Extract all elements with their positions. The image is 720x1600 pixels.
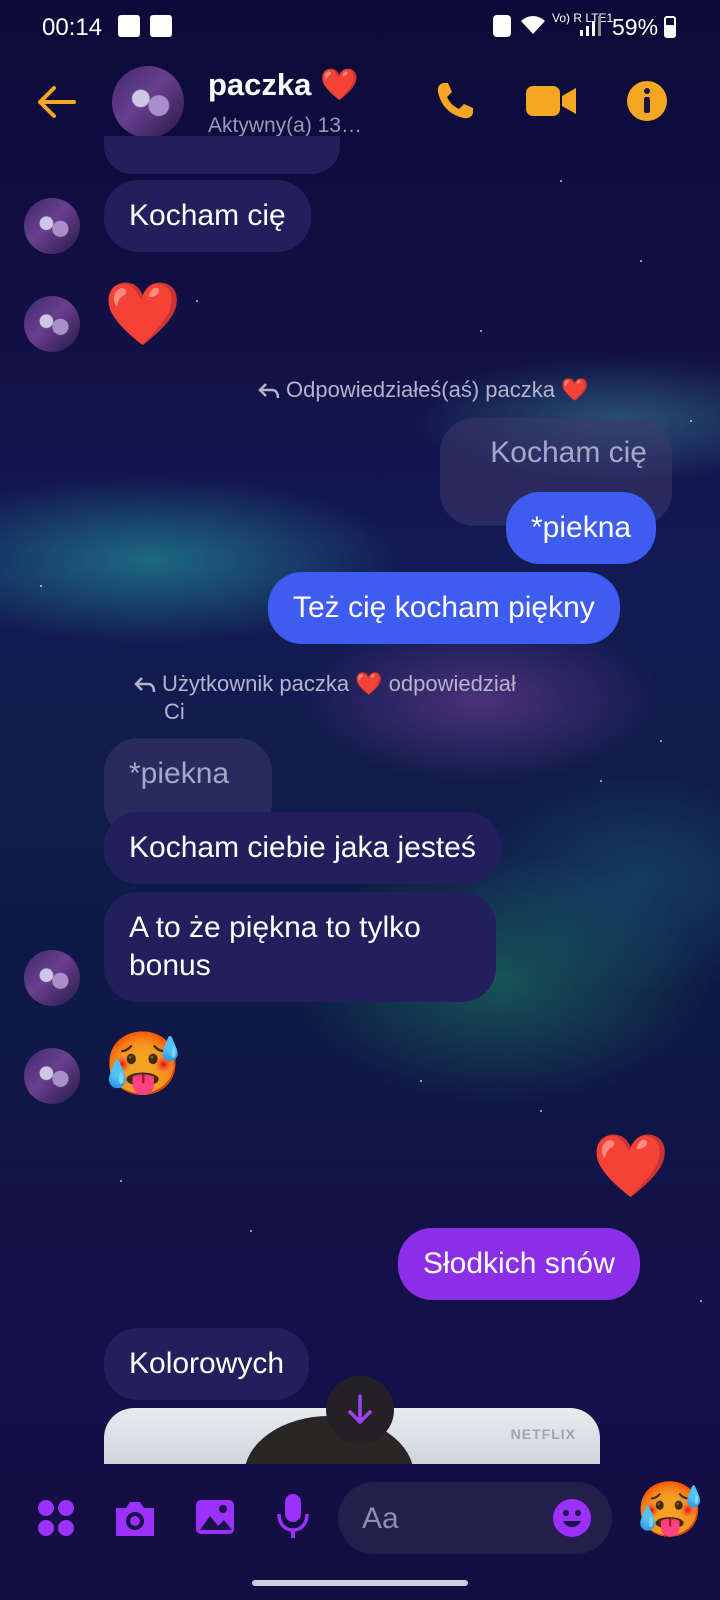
reply-label: Użytkownik paczka ❤️ odpowiedział Ci [134, 670, 516, 726]
contact-name-text: paczka [208, 67, 312, 102]
info-icon[interactable] [626, 80, 668, 122]
battery-percent: 59% [612, 14, 659, 40]
message-bubble-incoming[interactable]: Kocham ciebie jaka jesteś [104, 812, 501, 884]
sender-avatar[interactable] [24, 1048, 80, 1104]
message-bubble-incoming[interactable]: Kocham cię [104, 180, 311, 252]
camera-icon[interactable] [112, 1498, 158, 1538]
recycle-icon [493, 15, 511, 37]
message-input-placeholder: Aa [362, 1502, 399, 1535]
quick-reaction-button[interactable]: 🥵 [636, 1480, 703, 1540]
battery-icon [664, 16, 676, 38]
message-bubble-partial [104, 136, 340, 174]
gallery-notification-icon [118, 15, 140, 37]
hot-face-emoji-message[interactable]: 🥵 [104, 1030, 181, 1100]
reply-arrow-icon [134, 677, 156, 693]
netflix-logo: NETFLIX [510, 1426, 576, 1442]
message-bubble-outgoing[interactable]: Słodkich snów [398, 1228, 640, 1300]
scroll-to-bottom-button[interactable] [326, 1376, 394, 1444]
checkbox-notification-icon [150, 15, 172, 37]
message-input[interactable]: Aa [338, 1482, 612, 1554]
message-bubble-incoming[interactable]: Kolorowych [104, 1328, 310, 1400]
reply-arrow-icon [258, 383, 280, 399]
contact-avatar[interactable] [112, 66, 184, 138]
signal-icon [580, 16, 601, 36]
heart-emoji: ❤️ [320, 67, 359, 102]
message-bubble-incoming[interactable]: A to że piękna to tylko bonus [104, 892, 496, 1002]
heart-emoji-message[interactable]: ❤️ [104, 280, 181, 350]
wifi-icon [521, 16, 545, 34]
menu-dots-icon[interactable] [36, 1498, 76, 1538]
phone-icon[interactable] [434, 80, 476, 122]
gallery-icon[interactable] [194, 1496, 236, 1538]
status-time: 00:14 [42, 14, 103, 41]
back-arrow-icon[interactable] [34, 80, 78, 124]
sender-avatar[interactable] [24, 296, 80, 352]
active-status: Aktywny(a) 13… [208, 114, 363, 137]
microphone-icon[interactable] [276, 1492, 310, 1542]
message-bubble-outgoing[interactable]: Też cię kocham piękny [268, 572, 620, 644]
reply-label: Odpowiedziałeś(aś) paczka ❤️ [258, 376, 589, 404]
contact-name[interactable]: paczka ❤️ [208, 66, 359, 103]
arrow-down-icon [348, 1394, 372, 1424]
sender-avatar[interactable] [24, 950, 80, 1006]
message-bubble-outgoing[interactable]: *piekna [506, 492, 657, 564]
emoji-icon[interactable] [552, 1498, 592, 1538]
heart-emoji-message[interactable]: ❤️ [592, 1132, 669, 1202]
video-camera-icon[interactable] [526, 84, 576, 118]
home-indicator[interactable] [252, 1580, 468, 1586]
sender-avatar[interactable] [24, 198, 80, 254]
status-bar: 00:14 Vo) R LTE1 59% [0, 0, 720, 54]
